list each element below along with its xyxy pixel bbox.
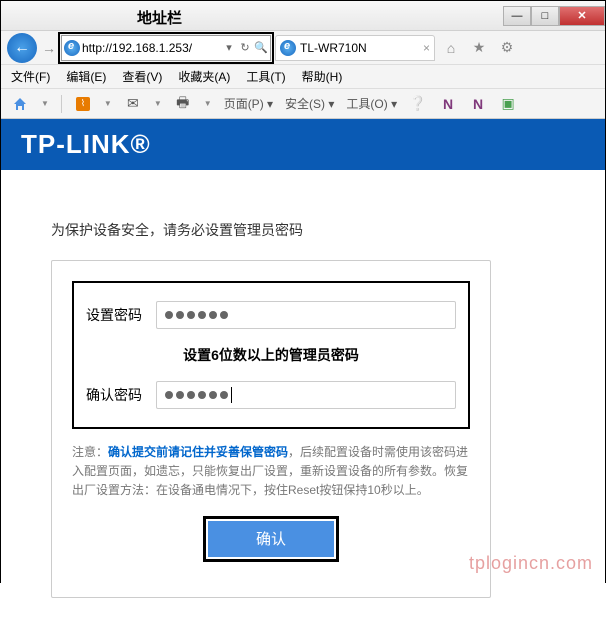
toolbar-onenote2-icon[interactable]: N xyxy=(469,95,487,113)
brand-header: TP-LINK® xyxy=(1,119,605,170)
menu-edit[interactable]: 编辑(E) xyxy=(66,68,106,85)
confirm-password-input[interactable] xyxy=(156,381,456,409)
toolbar-onenote-icon[interactable]: N xyxy=(439,95,457,113)
watermark: tplogincn.com xyxy=(469,553,593,574)
toolbar-tools-menu[interactable]: 工具(O) ▾ xyxy=(346,95,397,112)
refresh-icon[interactable]: ↻ xyxy=(238,41,252,54)
url-text[interactable]: http://192.168.1.253/ xyxy=(82,41,220,55)
close-button[interactable]: ✕ xyxy=(559,6,605,26)
menu-favorites[interactable]: 收藏夹(A) xyxy=(178,68,230,85)
maximize-button[interactable]: □ xyxy=(531,6,559,26)
brand-logo: TP-LINK® xyxy=(21,129,585,160)
confirm-password-label: 确认密码 xyxy=(86,385,146,405)
address-bar-row: 地址栏 ← → http://192.168.1.253/ ▾ ↻ 🔍 TL-W… xyxy=(1,31,605,65)
toolbar-dropdown-icon[interactable]: ▼ xyxy=(104,99,112,108)
toolbar-dropdown-icon[interactable]: ▼ xyxy=(41,99,49,108)
back-button[interactable]: ← xyxy=(7,33,37,63)
notice-text: 注意：确认提交前请记住并妥善保管密码，后续配置设备时需使用该密码进入配置页面，如… xyxy=(72,443,470,501)
toolbar-print-icon[interactable]: 🖶 xyxy=(174,95,192,113)
toolbar-home-icon[interactable] xyxy=(11,95,29,113)
home-icon[interactable]: ⌂ xyxy=(439,40,463,56)
tab-close-icon[interactable]: × xyxy=(423,41,430,55)
minimize-button[interactable]: — xyxy=(503,6,531,26)
forward-button[interactable]: → xyxy=(41,40,57,56)
address-bar[interactable]: http://192.168.1.253/ ▾ ↻ 🔍 xyxy=(61,35,271,61)
search-icon[interactable]: 🔍 xyxy=(254,41,268,54)
tab-favicon-icon xyxy=(280,40,296,56)
menu-view[interactable]: 查看(V) xyxy=(122,68,162,85)
toolbar-dropdown-icon[interactable]: ▼ xyxy=(154,99,162,108)
page-prompt: 为保护设备安全，请务必设置管理员密码 xyxy=(51,220,555,240)
window-titlebar: — □ ✕ xyxy=(1,1,605,31)
toolbar-dropdown-icon[interactable]: ▼ xyxy=(204,99,212,108)
tab-title: TL-WR710N xyxy=(300,41,419,55)
toolbar-safety-menu[interactable]: 安全(S) ▾ xyxy=(285,95,334,112)
toolbar-mail-icon[interactable]: ✉ xyxy=(124,95,142,113)
browser-tab[interactable]: TL-WR710N × xyxy=(275,35,435,61)
toolbar: ▼ ⌇ ▼ ✉ ▼ 🖶 ▼ 页面(P) ▾ 安全(S) ▾ 工具(O) ▾ ❔ … xyxy=(1,89,605,119)
address-bar-label: 地址栏 xyxy=(137,7,182,28)
menu-tools[interactable]: 工具(T) xyxy=(246,68,285,85)
favorites-icon[interactable]: ★ xyxy=(467,39,491,56)
password-hint: 设置6位数以上的管理员密码 xyxy=(86,337,456,373)
set-password-label: 设置密码 xyxy=(86,305,146,325)
toolbar-separator xyxy=(61,95,62,113)
gear-icon[interactable]: ⚙ xyxy=(495,39,519,56)
toolbar-addon-icon[interactable]: ▣ xyxy=(499,95,517,113)
page-content: TP-LINK® 为保护设备安全，请务必设置管理员密码 设置密码 设置6位数以上… xyxy=(1,119,605,618)
menu-file[interactable]: 文件(F) xyxy=(11,68,50,85)
menu-bar: 文件(F) 编辑(E) 查看(V) 收藏夹(A) 工具(T) 帮助(H) xyxy=(1,65,605,89)
password-form-panel: 设置密码 设置6位数以上的管理员密码 确认密码 注意：确认提交前请记住并妥善保管… xyxy=(51,260,491,598)
password-field-group: 设置密码 设置6位数以上的管理员密码 确认密码 xyxy=(72,281,470,429)
set-password-input[interactable] xyxy=(156,301,456,329)
submit-button[interactable]: 确认 xyxy=(208,521,334,557)
stop-icon[interactable]: ▾ xyxy=(222,41,236,54)
ie-icon xyxy=(64,40,80,56)
menu-help[interactable]: 帮助(H) xyxy=(302,68,343,85)
toolbar-page-menu[interactable]: 页面(P) ▾ xyxy=(224,95,273,112)
toolbar-rss-icon[interactable]: ⌇ xyxy=(74,95,92,113)
toolbar-help-icon[interactable]: ❔ xyxy=(409,95,427,113)
